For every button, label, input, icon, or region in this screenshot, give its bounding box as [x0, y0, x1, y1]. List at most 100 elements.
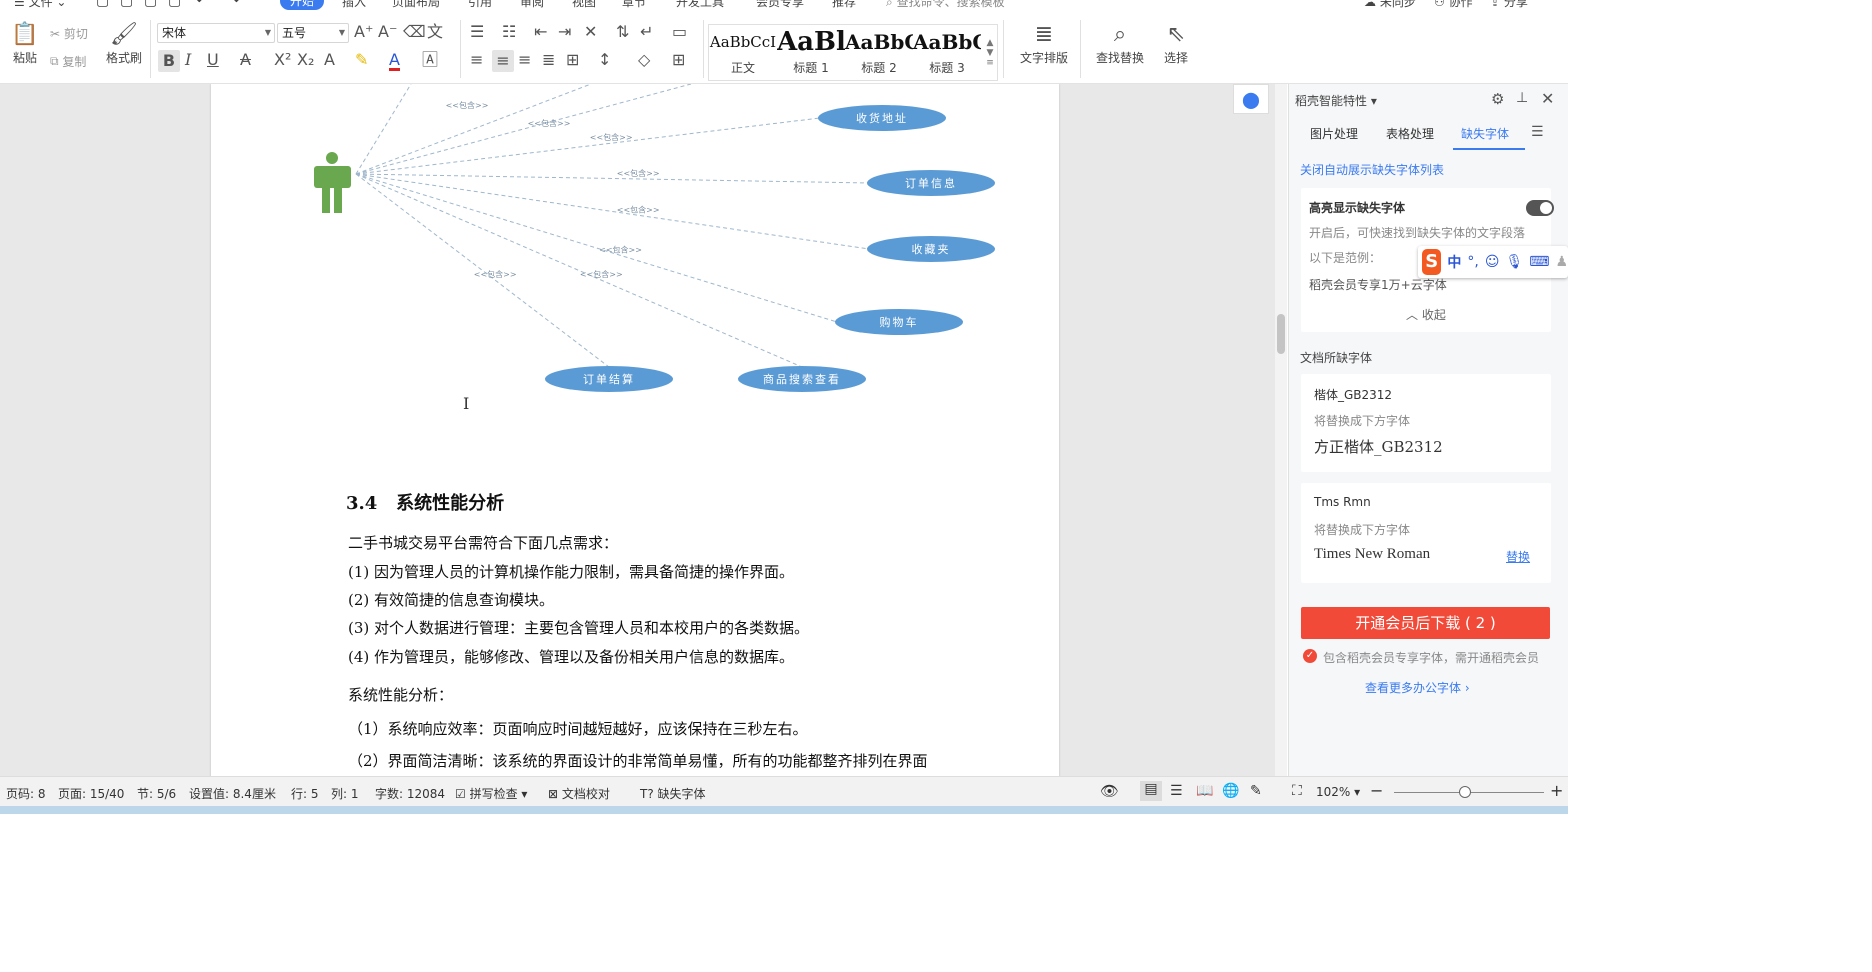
emoji-icon[interactable]: ☺	[1485, 254, 1500, 270]
export-icon[interactable]: ▢	[120, 0, 133, 9]
replace-button[interactable]: 替换	[1506, 548, 1530, 565]
preview-icon[interactable]: ▢	[168, 0, 181, 9]
menu-icon[interactable]: ☰	[1531, 124, 1544, 140]
paste-button[interactable]: 📋 粘贴	[8, 22, 42, 66]
superscript-icon[interactable]: X²	[274, 52, 291, 68]
chinese-layout-icon[interactable]: ✕	[584, 24, 597, 40]
tab-image-processing[interactable]: 图片处理	[1310, 125, 1358, 142]
save-icon[interactable]: ▢	[96, 0, 109, 9]
command-search[interactable]: ⌕ 查找命令、搜索模板	[886, 0, 1005, 10]
font-size-select[interactable]: 五号 ▼	[277, 23, 349, 43]
reading-view-icon[interactable]: 📖	[1196, 783, 1213, 799]
shrink-font-icon[interactable]: A⁻	[378, 24, 397, 40]
find-replace-button[interactable]: ⌕ 查找替换	[1088, 22, 1152, 66]
microphone-icon[interactable]: 🎙	[1505, 254, 1523, 270]
menu-file[interactable]: ☰ 文件 ⌄	[14, 0, 66, 10]
tab-references[interactable]: 引用	[468, 0, 492, 10]
share-button[interactable]: ⇪ 分享	[1490, 0, 1528, 10]
bullet-list-icon[interactable]: ☰	[470, 24, 484, 40]
scrollbar-thumb[interactable]	[1277, 314, 1285, 354]
italic-icon[interactable]: I	[185, 52, 191, 68]
skin-icon[interactable]: ♟	[1555, 254, 1568, 270]
outline-view-icon[interactable]: ☰	[1170, 783, 1183, 799]
status-words[interactable]: 字数: 12084	[375, 785, 445, 802]
style-heading-2[interactable]: AaBbC 标题 2	[845, 25, 913, 80]
missing-font-button[interactable]: T? 缺失字体	[640, 785, 706, 802]
ruler-icon[interactable]: ▭	[672, 24, 687, 40]
tab-recommend[interactable]: 推荐	[832, 0, 856, 10]
print-icon[interactable]: ▢	[144, 0, 157, 9]
tab-member[interactable]: 会员专享	[756, 0, 804, 10]
close-icon[interactable]: ✕	[1541, 89, 1554, 108]
punctuation-icon[interactable]: °,	[1467, 254, 1478, 270]
location-pin-icon[interactable]: ⬤	[1233, 84, 1269, 114]
style-heading-3[interactable]: AaBbC 标题 3	[913, 25, 981, 80]
font-color-icon[interactable]: A	[389, 52, 400, 71]
format-painter-button[interactable]: 🖌 格式刷	[104, 22, 144, 66]
panel-title[interactable]: 稻壳智能特性 ▾	[1295, 92, 1377, 109]
page-view-icon[interactable]: ▤	[1140, 781, 1162, 801]
zoom-level[interactable]: 102% ▾	[1316, 785, 1360, 799]
tab-missing-fonts[interactable]: 缺失字体	[1461, 125, 1509, 142]
redo-icon[interactable]: ↷	[228, 0, 240, 9]
copy-button[interactable]: ⧉ 复制	[50, 53, 86, 70]
proofread-button[interactable]: ⊠ 文档校对	[548, 785, 610, 802]
strikethrough-icon[interactable]: A	[240, 52, 251, 68]
char-border-icon[interactable]: 🄰	[422, 52, 438, 68]
sort-icon[interactable]: ⇅	[616, 24, 629, 40]
tab-home[interactable]: 开始	[280, 0, 325, 10]
keyboard-icon[interactable]: ⌨	[1529, 254, 1549, 270]
select-button[interactable]: ⇖ 选择	[1156, 22, 1196, 66]
align-center-icon[interactable]: ≡	[496, 53, 509, 69]
more-fonts-link[interactable]: 查看更多办公字体 ›	[1365, 679, 1470, 696]
tab-developer[interactable]: 开发工具	[676, 0, 724, 10]
undo-icon[interactable]: ↶	[196, 0, 208, 9]
tab-view[interactable]: 视图	[572, 0, 596, 10]
tab-table-processing[interactable]: 表格处理	[1386, 125, 1434, 142]
increase-indent-icon[interactable]: ⇥	[558, 24, 571, 40]
collab-button[interactable]: ⚇ 协作	[1434, 0, 1473, 10]
highlight-icon[interactable]: ✎	[355, 52, 368, 68]
document-page[interactable]: <<包含>> <<包含>> <<包含>> <<包含>> <<包含>> <<包含>> <<包含…	[211, 84, 1059, 776]
zoom-out-icon[interactable]: −	[1370, 781, 1383, 800]
text-layout-button[interactable]: ≣ 文字排版	[1012, 22, 1076, 66]
numbered-list-icon[interactable]: ☷	[502, 24, 516, 40]
decrease-indent-icon[interactable]: ⇤	[534, 24, 547, 40]
gear-icon[interactable]: ⚙	[1491, 90, 1504, 108]
style-gallery-scroll[interactable]: ▲ ▼ ≡	[983, 25, 997, 80]
document-area[interactable]: <<包含>> <<包含>> <<包含>> <<包含>> <<包含>> <<包含>> <<包含…	[0, 84, 1275, 776]
cut-button[interactable]: ✂ 剪切	[50, 25, 88, 42]
web-view-icon[interactable]: 🌐	[1222, 783, 1239, 799]
highlight-toggle[interactable]	[1526, 200, 1554, 216]
text-effect-icon[interactable]: A	[324, 52, 335, 68]
distributed-icon[interactable]: ⊞	[566, 52, 579, 68]
style-normal[interactable]: AaBbCcI 正文	[709, 25, 777, 80]
tab-chapter[interactable]: 章节	[622, 0, 646, 10]
font-name-select[interactable]: 宋体 ▼	[157, 23, 275, 43]
underline-icon[interactable]: U	[207, 52, 219, 68]
shading-icon[interactable]: ◇	[638, 52, 650, 68]
bold-icon[interactable]: B	[163, 53, 175, 69]
document-scrollbar[interactable]	[1275, 84, 1287, 776]
show-marks-icon[interactable]: ↵	[640, 24, 653, 40]
download-button[interactable]: 开通会员后下载 ( 2 )	[1301, 607, 1550, 639]
align-left-icon[interactable]: ≡	[470, 52, 483, 68]
subscript-icon[interactable]: X₂	[297, 52, 314, 68]
write-view-icon[interactable]: ✎	[1250, 783, 1262, 799]
zoom-in-icon[interactable]: +	[1550, 781, 1563, 800]
fit-page-icon[interactable]: ⛶	[1292, 783, 1302, 799]
tab-review[interactable]: 审阅	[520, 0, 544, 10]
line-spacing-icon[interactable]: ↕	[598, 52, 611, 68]
style-heading-1[interactable]: AaBl 标题 1	[777, 25, 845, 80]
collapse-button[interactable]: ︿ 收起	[1406, 306, 1446, 323]
ime-toolbar[interactable]: S 中 °, ☺ 🎙 ⌨ ♟	[1418, 246, 1568, 278]
grow-font-icon[interactable]: A⁺	[354, 24, 373, 40]
status-page[interactable]: 页面: 15/40	[58, 785, 124, 802]
tab-layout[interactable]: 页面布局	[392, 0, 440, 10]
spell-check-button[interactable]: ☑ 拼写检查 ▾	[455, 785, 527, 802]
pinyin-icon[interactable]: 文	[427, 24, 443, 40]
borders-icon[interactable]: ⊞	[672, 52, 685, 68]
zoom-slider-handle[interactable]	[1459, 786, 1471, 798]
eye-protection-icon[interactable]: 👁	[1100, 782, 1119, 800]
clear-format-icon[interactable]: ⌫	[403, 24, 426, 40]
